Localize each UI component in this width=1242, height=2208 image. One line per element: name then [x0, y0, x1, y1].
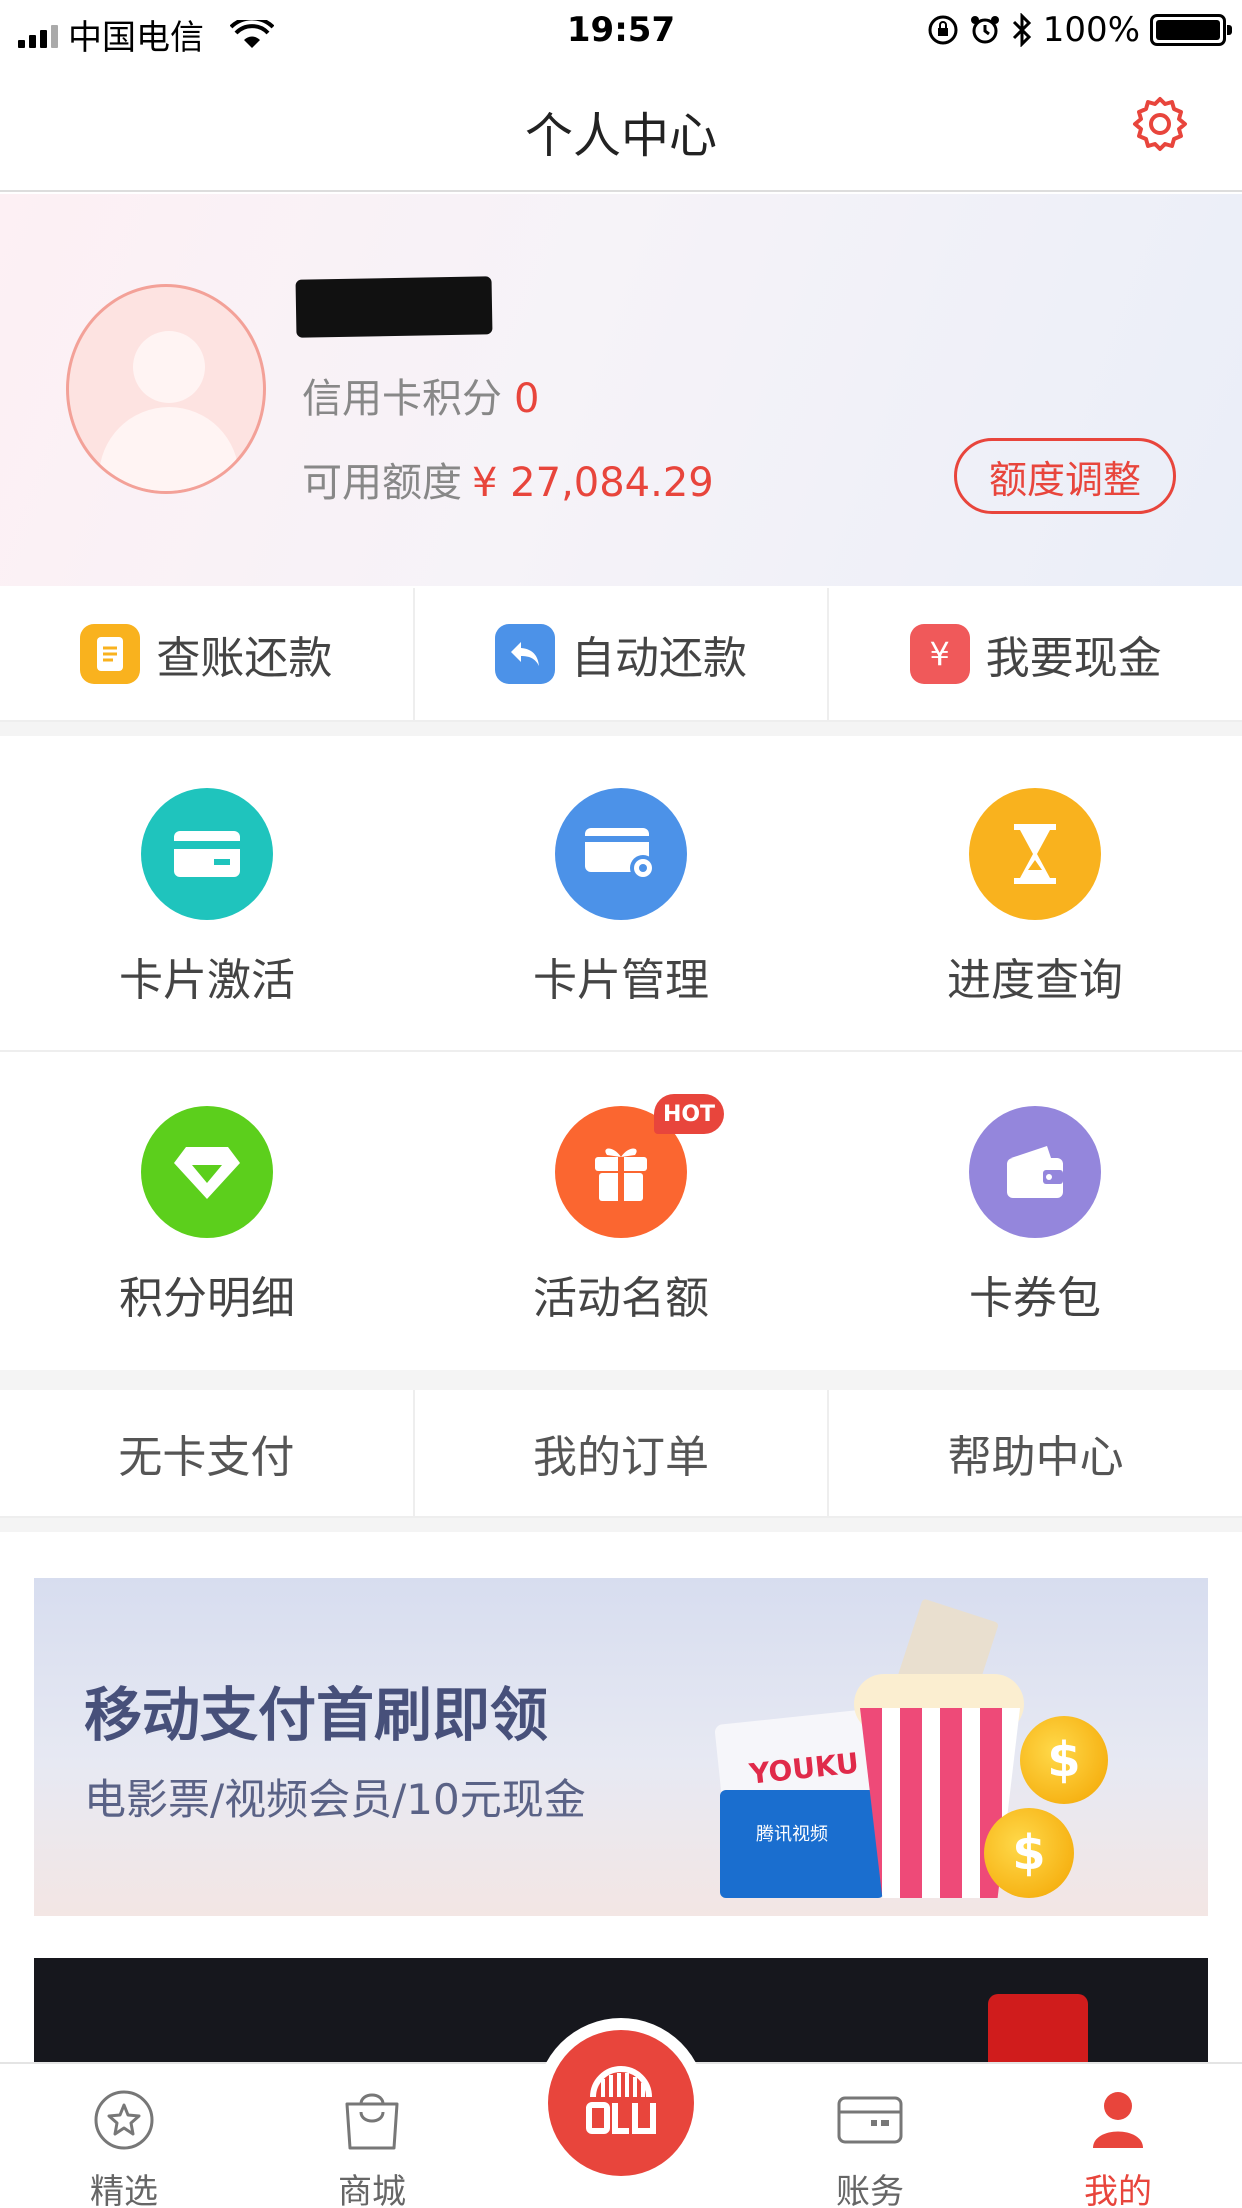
hot-badge: HOT [654, 1094, 724, 1134]
grid-item-label: 进度查询 [947, 955, 1123, 1006]
promo-banner[interactable]: 移动支付首刷即领 电影票/视频会员/10元现金 YOUKU 腾讯视频 $ $ [34, 1578, 1208, 1916]
page-title: 个人中心 [524, 108, 717, 164]
tab-mine[interactable]: 我的 [1038, 2088, 1198, 2208]
quick-action-label: 查账还款 [156, 633, 333, 684]
tab-accounts[interactable]: 账务 [790, 2088, 950, 2208]
profile-card: 信用卡积分 0 可用额度 ¥ 27,084.29 额度调整 [0, 194, 1242, 586]
diamond-icon [141, 1106, 273, 1238]
quick-action-cash[interactable]: ¥ 我要现金 [829, 588, 1242, 720]
battery-icon [1150, 14, 1232, 46]
star-circle-icon [94, 2090, 154, 2150]
tab-mall[interactable]: 商城 [292, 2088, 452, 2208]
phone-image [988, 1994, 1088, 2068]
grid-item-coupons[interactable]: 卡券包 [828, 1054, 1242, 1370]
shopping-bag-icon [345, 2093, 399, 2150]
grid-item-card-manage[interactable]: 卡片管理 [414, 736, 828, 1050]
divider [0, 1518, 1242, 1532]
bill-icon [80, 624, 141, 684]
tencent-card-image: 腾讯视频 [720, 1790, 884, 1898]
grid-item-progress[interactable]: 进度查询 [828, 736, 1242, 1050]
tab-label: 账务 [836, 2172, 904, 2208]
wallet-card-icon [837, 2096, 903, 2144]
credit-points: 信用卡积分 0 [302, 366, 539, 424]
person-icon [1093, 2092, 1143, 2148]
quick-action-autopay[interactable]: 自动还款 [415, 588, 830, 720]
logo-icon [586, 2066, 656, 2134]
grid-item-label: 卡片激活 [119, 955, 295, 1006]
card-settings-icon [555, 788, 687, 920]
available-credit: 可用额度 ¥ 27,084.29 [302, 450, 714, 508]
gear-icon[interactable] [1130, 94, 1190, 154]
grid-item-points-detail[interactable]: 积分明细 [0, 1054, 414, 1370]
service-links: 无卡支付 我的订单 帮助中心 [0, 1390, 1242, 1518]
wallet-icon [969, 1106, 1101, 1238]
feature-grid-row-2: 积分明细 活动名额 卡券包 [0, 1054, 1242, 1370]
tab-featured[interactable]: 精选 [44, 2088, 204, 2208]
yuan-icon: ¥ [909, 624, 970, 684]
tab-label: 商城 [338, 2172, 406, 2208]
status-right: 100% [927, 10, 1232, 50]
quick-action-label: 我要现金 [985, 633, 1162, 684]
coin-image: $ [984, 1808, 1074, 1898]
quick-actions: 查账还款 自动还款 ¥ 我要现金 [0, 588, 1242, 722]
username-redacted [295, 276, 493, 338]
banner-headline: 移动支付首刷即领 [84, 1681, 549, 1749]
card-icon [141, 788, 273, 920]
grid-item-activity[interactable]: 活动名额 [414, 1054, 828, 1370]
points-label: 信用卡积分 [302, 376, 502, 422]
quick-action-label: 自动还款 [571, 633, 747, 684]
grid-item-card-activate[interactable]: 卡片激活 [0, 736, 414, 1050]
adjust-limit-button[interactable]: 额度调整 [954, 438, 1176, 514]
link-cardless-pay[interactable]: 无卡支付 [0, 1390, 415, 1516]
status-bar: 中国电信 19:57 100% [0, 0, 1242, 62]
feature-grid-row-1: 卡片激活 卡片管理 进度查询 [0, 736, 1242, 1052]
grid-item-label: 卡券包 [969, 1273, 1101, 1324]
nav-bar: 个人中心 [0, 62, 1242, 192]
link-help-center[interactable]: 帮助中心 [829, 1390, 1242, 1516]
alarm-icon [970, 16, 999, 44]
grid-item-label: 积分明细 [119, 1273, 295, 1324]
points-value: 0 [514, 376, 540, 422]
hourglass-icon [969, 788, 1101, 920]
center-logo-button[interactable] [548, 2030, 694, 2176]
grid-item-label: 活动名额 [533, 1273, 709, 1324]
tab-label: 我的 [1084, 2172, 1152, 2208]
credit-label: 可用额度 [302, 460, 462, 506]
grid-item-label: 卡片管理 [533, 955, 709, 1006]
avatar[interactable] [66, 284, 266, 494]
link-my-orders[interactable]: 我的订单 [415, 1390, 830, 1516]
tab-label: 精选 [90, 2172, 158, 2208]
coin-image: $ [1020, 1716, 1108, 1804]
divider [0, 722, 1242, 736]
divider [0, 1370, 1242, 1390]
quick-action-bill[interactable]: 查账还款 [0, 588, 415, 720]
banner-subline: 电影票/视频会员/10元现金 [84, 1775, 586, 1824]
credit-value: ¥ 27,084.29 [472, 460, 714, 506]
bluetooth-icon [1012, 13, 1031, 47]
rotation-lock-icon [928, 15, 958, 45]
reply-icon [495, 624, 555, 684]
battery-percent: 100% [1042, 10, 1140, 50]
